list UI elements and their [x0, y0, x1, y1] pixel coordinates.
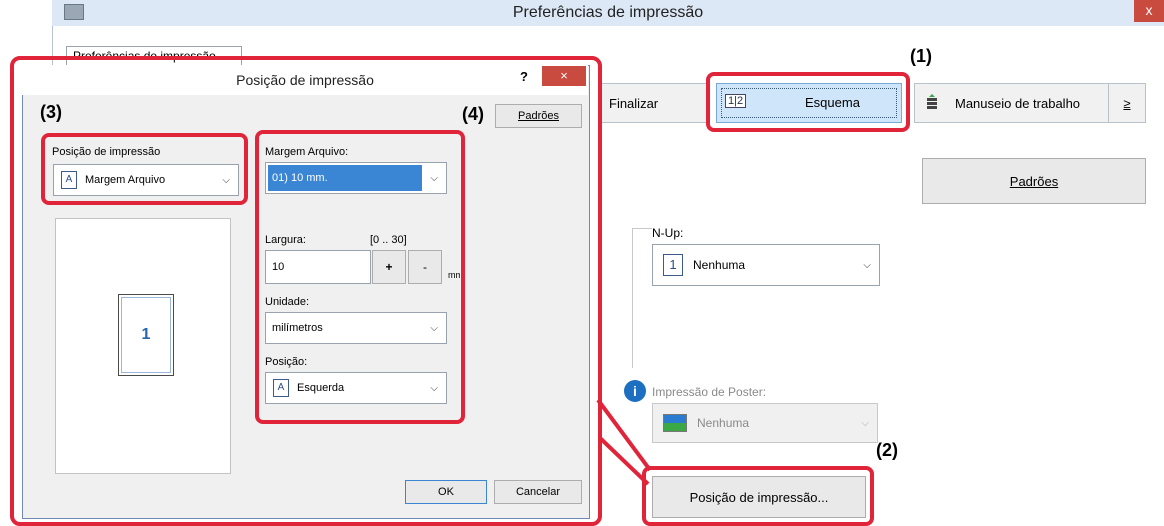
- nup-select[interactable]: 1 Nenhuma ⌵: [652, 244, 880, 286]
- group-divider: [632, 228, 633, 368]
- callout-box-1: [706, 72, 910, 132]
- main-window-titlebar: Preferências de impressão x: [52, 0, 1164, 26]
- callout-label-2: (2): [876, 440, 898, 460]
- main-padroes-label: Padrões: [1009, 173, 1059, 189]
- tab-finalizar-label: Finalizar: [609, 95, 659, 111]
- main-padroes-button[interactable]: Padrões: [922, 158, 1146, 204]
- nup-label: N-Up:: [652, 226, 684, 240]
- poster-value: Nenhuma: [697, 416, 750, 430]
- callout-label-4: (4): [462, 104, 484, 124]
- stack-icon: [925, 94, 939, 112]
- nup-value: Nenhuma: [693, 258, 746, 272]
- poster-select[interactable]: Nenhuma ⌵: [652, 403, 878, 443]
- tab-finalizar[interactable]: Finalizar: [600, 83, 710, 123]
- callout-box-4: [255, 130, 465, 424]
- poster-label: Impressão de Poster:: [652, 385, 767, 399]
- poster-image-icon: [663, 414, 687, 432]
- chevron-down-icon: ⌵: [863, 259, 871, 271]
- tab-more-button[interactable]: ≥: [1108, 83, 1146, 123]
- main-window-title: Preferências de impressão: [512, 4, 704, 21]
- group-divider-top: [632, 228, 652, 229]
- tab-manuseio-label: Manuseio de trabalho: [955, 95, 1081, 111]
- callout-box-3: [41, 133, 248, 205]
- close-icon[interactable]: x: [1134, 0, 1164, 22]
- info-icon: i: [624, 380, 646, 402]
- callout-label-1: (1): [910, 46, 932, 66]
- callout-label-3: (3): [40, 102, 62, 122]
- chevron-down-icon: ⌵: [861, 417, 869, 429]
- page-icon: 1: [663, 254, 683, 276]
- tab-manuseio[interactable]: Manuseio de trabalho: [914, 83, 1110, 123]
- tab-more-label: ≥: [1123, 95, 1131, 111]
- callout-box-2: [642, 466, 874, 526]
